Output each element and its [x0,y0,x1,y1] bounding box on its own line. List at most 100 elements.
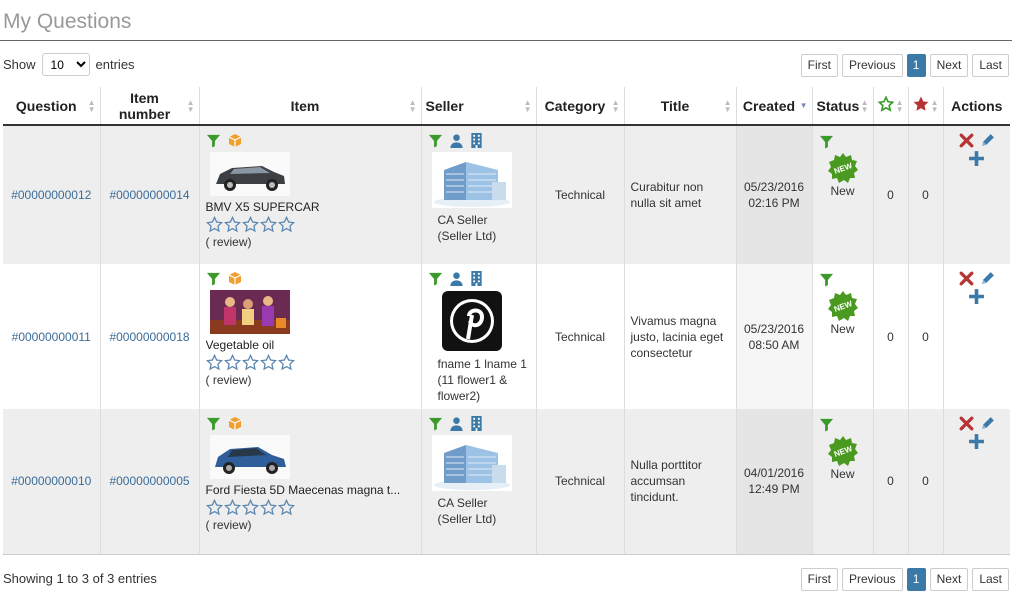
rating-stars[interactable] [205,354,421,371]
rating-stars[interactable] [205,499,421,516]
seller-image[interactable] [432,290,512,352]
delete-icon[interactable] [958,132,975,149]
empty-star-icon[interactable] [277,354,295,371]
created-time: 12:49 PM [748,482,800,497]
col-red-star[interactable]: ▲ ▼ [908,87,944,126]
red-star-icon [913,96,928,111]
col-status[interactable]: Status ▲ ▼ [812,87,874,126]
add-icon[interactable] [968,433,985,450]
question-link[interactable]: #00000000012 [11,188,91,202]
filter-icon[interactable] [428,133,443,148]
last-page-button[interactable]: Last [972,54,1009,77]
seller-name[interactable]: CA Seller [438,495,536,511]
previous-page-button[interactable]: Previous [841,54,903,77]
empty-star-icon[interactable] [205,499,223,516]
item-image[interactable] [209,290,290,334]
entries-per-page-select[interactable]: 10 [41,53,90,76]
delete-icon[interactable] [958,415,975,432]
user-icon[interactable] [449,271,464,286]
sort-desc-icon: ▼ [799,101,808,110]
next-page-button[interactable]: Next [929,568,969,591]
next-page-button[interactable]: Next [929,54,969,77]
page-1-button[interactable]: 1 [906,568,926,591]
building-icon[interactable] [470,415,483,431]
filter-icon[interactable] [819,417,834,432]
package-icon[interactable] [227,415,243,431]
status-cell: NEW New [812,125,874,264]
review-link[interactable]: ( review) [206,373,421,387]
empty-star-icon[interactable] [259,216,277,233]
item-name[interactable]: Vegetable oil [206,338,406,352]
col-item-number[interactable]: Item number ▲ ▼ [100,87,200,126]
item-number-link[interactable]: #00000000014 [109,188,189,202]
user-icon[interactable] [449,133,464,148]
status-cell: NEW New [812,409,874,555]
filter-icon[interactable] [428,271,443,286]
review-link[interactable]: ( review) [206,235,421,249]
empty-star-icon[interactable] [223,354,241,371]
created-cell: 05/23/2016 02:16 PM [736,125,813,264]
seller-name[interactable]: CA Seller [438,212,536,228]
col-question[interactable]: Question ▲ ▼ [3,87,101,126]
page-1-button[interactable]: 1 [906,54,926,77]
empty-star-icon[interactable] [277,499,295,516]
empty-star-icon[interactable] [259,499,277,516]
seller-image[interactable] [431,152,512,208]
page-title: My Questions [3,10,132,33]
building-icon[interactable] [470,132,483,148]
filter-icon[interactable] [206,133,221,148]
filter-icon[interactable] [428,416,443,431]
delete-icon[interactable] [958,270,975,287]
empty-star-icon[interactable] [259,354,277,371]
edit-icon[interactable] [979,132,996,149]
rating-stars[interactable] [205,216,421,233]
col-title[interactable]: Title ▲ ▼ [624,87,737,126]
item-name[interactable]: BMV X5 SUPERCAR [206,200,406,214]
empty-star-icon[interactable] [241,216,259,233]
empty-star-icon[interactable] [205,216,223,233]
empty-star-icon[interactable] [223,499,241,516]
seller-name[interactable]: fname 1 lname 1 [438,356,536,372]
col-category[interactable]: Category ▲ ▼ [536,87,625,126]
col-item[interactable]: Item ▲ ▼ [199,87,422,126]
first-page-button[interactable]: First [800,568,838,591]
add-icon[interactable] [968,150,985,167]
filter-icon[interactable] [819,134,834,149]
col-seller[interactable]: Seller ▲ ▼ [421,87,537,126]
pagination-top: First Previous 1 Next Last [800,54,1009,77]
empty-star-icon[interactable] [205,354,223,371]
edit-icon[interactable] [979,415,996,432]
filter-icon[interactable] [819,272,834,287]
package-icon[interactable] [227,270,243,286]
item-number-link[interactable]: #00000000005 [109,474,189,488]
item-name[interactable]: Ford Fiesta 5D Maecenas magna t... [206,483,406,497]
add-icon[interactable] [968,288,985,305]
created-time: 08:50 AM [748,337,800,352]
previous-page-button[interactable]: Previous [841,568,903,591]
item-number-cell: #00000000014 [100,125,200,264]
seller-image[interactable] [431,435,512,491]
question-link[interactable]: #00000000010 [11,474,91,488]
question-link[interactable]: #00000000011 [12,330,91,344]
filter-icon[interactable] [206,271,221,286]
review-link[interactable]: ( review) [206,518,421,532]
empty-star-icon[interactable] [277,216,295,233]
building-icon[interactable] [470,270,483,286]
edit-icon[interactable] [979,270,996,287]
empty-star-icon[interactable] [241,499,259,516]
empty-star-icon[interactable] [241,354,259,371]
filter-icon[interactable] [206,416,221,431]
item-image[interactable] [209,435,290,479]
col-green-star[interactable]: ▲ ▼ [873,87,909,126]
package-icon[interactable] [227,132,243,148]
empty-star-icon[interactable] [223,216,241,233]
table-header-row: Question ▲ ▼ Item number ▲ ▼ Item ▲ ▼ Seller ▲ ▼… [3,87,1010,126]
item-image[interactable] [209,152,290,196]
seller-company: (11 flower1 & [437,373,508,387]
last-page-button[interactable]: Last [972,568,1009,591]
item-number-link[interactable]: #00000000018 [109,330,189,344]
col-created[interactable]: Created ▼ [736,87,813,126]
green-star-icon [876,95,895,112]
user-icon[interactable] [449,416,464,431]
first-page-button[interactable]: First [800,54,838,77]
